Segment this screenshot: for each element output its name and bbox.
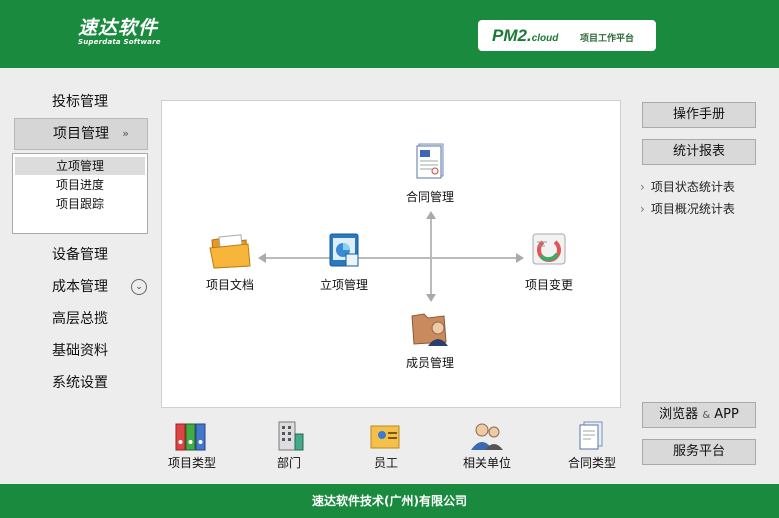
member-folder-icon: [411, 313, 448, 346]
company-logo: 速达软件 Superdata Software: [78, 18, 161, 47]
folder-icon: [209, 234, 251, 269]
double-chevron-down-icon: »: [122, 127, 129, 140]
people-icon: [471, 423, 503, 450]
vertical-connector: [430, 215, 432, 297]
node-project[interactable]: 立项管理: [304, 228, 384, 293]
building-icon: [278, 421, 304, 451]
change-refresh-icon: [532, 233, 566, 265]
binders-icon: [175, 423, 206, 451]
expand-circle-icon[interactable]: ⌄: [131, 279, 147, 295]
arrow-up-icon: [426, 211, 436, 219]
app-header: 速达软件 Superdata Software PM2.cloud 项目工作平台: [0, 0, 779, 68]
documents-icon: [579, 421, 603, 450]
project-submenu: 立项管理 项目进度 项目跟踪: [12, 153, 148, 234]
horizontal-connector: [260, 257, 522, 259]
submenu-item-tracking[interactable]: 项目跟踪: [15, 195, 145, 213]
contract-document-icon: [416, 143, 444, 179]
bottom-item-contract-type[interactable]: 合同类型: [557, 420, 627, 471]
menu-item-settings[interactable]: 系统设置: [14, 369, 148, 397]
node-docs[interactable]: 项目文档: [190, 228, 270, 293]
menu-item-cost[interactable]: 成本管理 ⌄: [14, 273, 148, 301]
node-contract[interactable]: 合同管理: [390, 140, 470, 205]
link-project-status-report[interactable]: › 项目状态统计表: [640, 178, 735, 195]
product-subtitle: 项目工作平台: [580, 34, 635, 44]
app-footer: 速达软件技术(广州)有限公司: [0, 484, 779, 518]
node-members[interactable]: 成员管理: [390, 306, 470, 371]
browser-app-button[interactable]: 浏览器 & APP: [642, 402, 756, 428]
bottom-item-department[interactable]: 部门: [254, 420, 324, 471]
service-platform-button[interactable]: 服务平台: [642, 439, 756, 465]
chevron-right-icon: ›: [640, 202, 645, 216]
project-chart-icon: [329, 233, 359, 267]
menu-item-equipment[interactable]: 设备管理: [14, 241, 148, 269]
chevron-right-icon: ›: [640, 180, 645, 194]
menu-item-project[interactable]: 项目管理 »: [14, 118, 148, 150]
reports-button[interactable]: 统计报表: [642, 139, 756, 165]
menu-item-overview[interactable]: 高层总揽: [14, 305, 148, 333]
product-badge: PM2.cloud 项目工作平台: [478, 20, 656, 51]
logo-chinese: 速达软件: [78, 17, 159, 39]
link-project-overview-report[interactable]: › 项目概况统计表: [640, 200, 735, 217]
bottom-item-related-units[interactable]: 相关单位: [452, 420, 522, 471]
manual-button[interactable]: 操作手册: [642, 102, 756, 128]
arrow-down-icon: [426, 294, 436, 302]
product-name: PM2.cloud: [492, 26, 559, 45]
submenu-item-approval[interactable]: 立项管理: [15, 157, 145, 175]
bottom-item-employee[interactable]: 员工: [351, 420, 421, 471]
logo-english: Superdata Software: [78, 38, 161, 46]
employee-card-icon: [370, 425, 400, 449]
node-change[interactable]: 项目变更: [509, 228, 589, 293]
menu-item-bidding[interactable]: 投标管理: [14, 88, 148, 116]
submenu-item-progress[interactable]: 项目进度: [15, 176, 145, 194]
menu-item-basic-data[interactable]: 基础资料: [14, 337, 148, 365]
bottom-item-project-type[interactable]: 项目类型: [157, 420, 227, 471]
